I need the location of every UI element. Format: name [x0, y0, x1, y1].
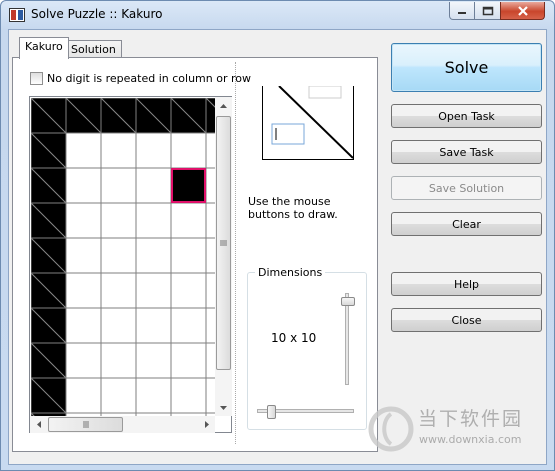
grid-empty-cell[interactable]: [170, 307, 207, 344]
clear-button[interactable]: Clear: [391, 212, 542, 236]
grid-empty-cell[interactable]: [100, 132, 137, 169]
watermark-url: www.downxia.com: [419, 433, 522, 446]
maximize-icon: [482, 6, 493, 15]
preview-drawing: [271, 85, 354, 159]
close-icon: [517, 5, 528, 16]
grid-empty-cell[interactable]: [100, 167, 137, 204]
dimensions-value: 10 x 10: [271, 331, 317, 345]
title-bar[interactable]: Solve Puzzle :: Kakuro: [1, 1, 554, 29]
panel-divider: [235, 62, 236, 444]
scroll-down-icon: [220, 405, 227, 410]
grid-empty-cell[interactable]: [100, 342, 137, 379]
maximize-button[interactable]: [474, 2, 501, 20]
grid-vertical-scrollbar[interactable]: [215, 97, 232, 416]
dimensions-group: [247, 272, 367, 430]
watermark-text: 当下软件园: [418, 408, 524, 430]
grid-empty-cell[interactable]: [135, 132, 172, 169]
tab-label: Solution: [71, 43, 116, 56]
grid-empty-cell[interactable]: [170, 342, 207, 379]
horizontal-scroll-thumb[interactable]: [48, 417, 123, 432]
grid-empty-cell[interactable]: [135, 202, 172, 239]
grip-icon: [83, 421, 88, 428]
grid-empty-cell[interactable]: [135, 377, 172, 414]
rows-slider-track[interactable]: [345, 293, 349, 385]
grip-icon: [220, 240, 227, 246]
grid-empty-cell[interactable]: [170, 202, 207, 239]
grid-empty-cell[interactable]: [135, 342, 172, 379]
grid-empty-cell[interactable]: [135, 272, 172, 309]
grid-empty-cell[interactable]: [100, 202, 137, 239]
close-window-button[interactable]: [500, 2, 545, 20]
close-button[interactable]: Close: [391, 308, 542, 332]
grid-empty-cell[interactable]: [170, 132, 207, 169]
grid-empty-cell[interactable]: [65, 342, 102, 379]
grid-empty-cell[interactable]: [170, 377, 207, 414]
grid-empty-cell[interactable]: [135, 307, 172, 344]
scroll-down-button[interactable]: [215, 399, 232, 416]
no-repeat-label: No digit is repeated in column or row: [47, 72, 251, 85]
grid-empty-cell[interactable]: [65, 237, 102, 274]
grid-empty-cell[interactable]: [135, 237, 172, 274]
save-solution-button[interactable]: Save Solution: [391, 176, 542, 200]
grid-empty-cell[interactable]: [65, 202, 102, 239]
grid-empty-cell[interactable]: [65, 132, 102, 169]
solve-button[interactable]: Solve: [391, 43, 542, 92]
help-button[interactable]: Help: [391, 272, 542, 296]
grid-empty-cell[interactable]: [65, 167, 102, 204]
grid-horizontal-scrollbar[interactable]: [30, 416, 215, 433]
grid-empty-cell[interactable]: [170, 272, 207, 309]
minimize-icon: [458, 11, 466, 14]
grid-empty-cell[interactable]: [100, 272, 137, 309]
no-repeat-checkbox[interactable]: [30, 72, 43, 85]
grid-empty-cell[interactable]: [100, 237, 137, 274]
vertical-scroll-thumb[interactable]: [216, 116, 231, 370]
puzzle-grid-viewport[interactable]: [29, 96, 232, 433]
grid-empty-cell[interactable]: [100, 307, 137, 344]
watermark-logo-icon: [368, 406, 414, 452]
app-icon: [9, 8, 25, 22]
scroll-right-icon: [204, 421, 209, 428]
scroll-left-icon: [36, 421, 41, 428]
columns-slider-thumb[interactable]: [267, 405, 276, 419]
grid-empty-cell[interactable]: [65, 377, 102, 414]
scroll-left-button[interactable]: [30, 416, 47, 433]
puzzle-grid[interactable]: [31, 98, 232, 433]
save-task-button[interactable]: Save Task: [391, 140, 542, 164]
grid-block-cell[interactable]: [170, 167, 207, 204]
grid-empty-cell[interactable]: [65, 272, 102, 309]
window-title: Solve Puzzle :: Kakuro: [31, 7, 163, 21]
grid-empty-cell[interactable]: [135, 167, 172, 204]
cell-drawing-preview[interactable]: [262, 85, 354, 160]
grid-empty-cell[interactable]: [170, 237, 207, 274]
scroll-up-icon: [220, 103, 227, 108]
scroll-right-button[interactable]: [198, 416, 215, 433]
grid-empty-cell[interactable]: [100, 377, 137, 414]
minimize-button[interactable]: [449, 2, 475, 20]
grid-empty-cell[interactable]: [65, 307, 102, 344]
scroll-up-button[interactable]: [215, 97, 232, 114]
tab-kakuro[interactable]: Kakuro: [19, 37, 69, 59]
tab-label: Kakuro: [25, 40, 63, 53]
open-task-button[interactable]: Open Task: [391, 104, 542, 128]
dimensions-label: Dimensions: [255, 266, 326, 279]
drawing-hint: Use the mouse buttons to draw.: [248, 195, 338, 221]
rows-slider-thumb[interactable]: [341, 297, 355, 306]
